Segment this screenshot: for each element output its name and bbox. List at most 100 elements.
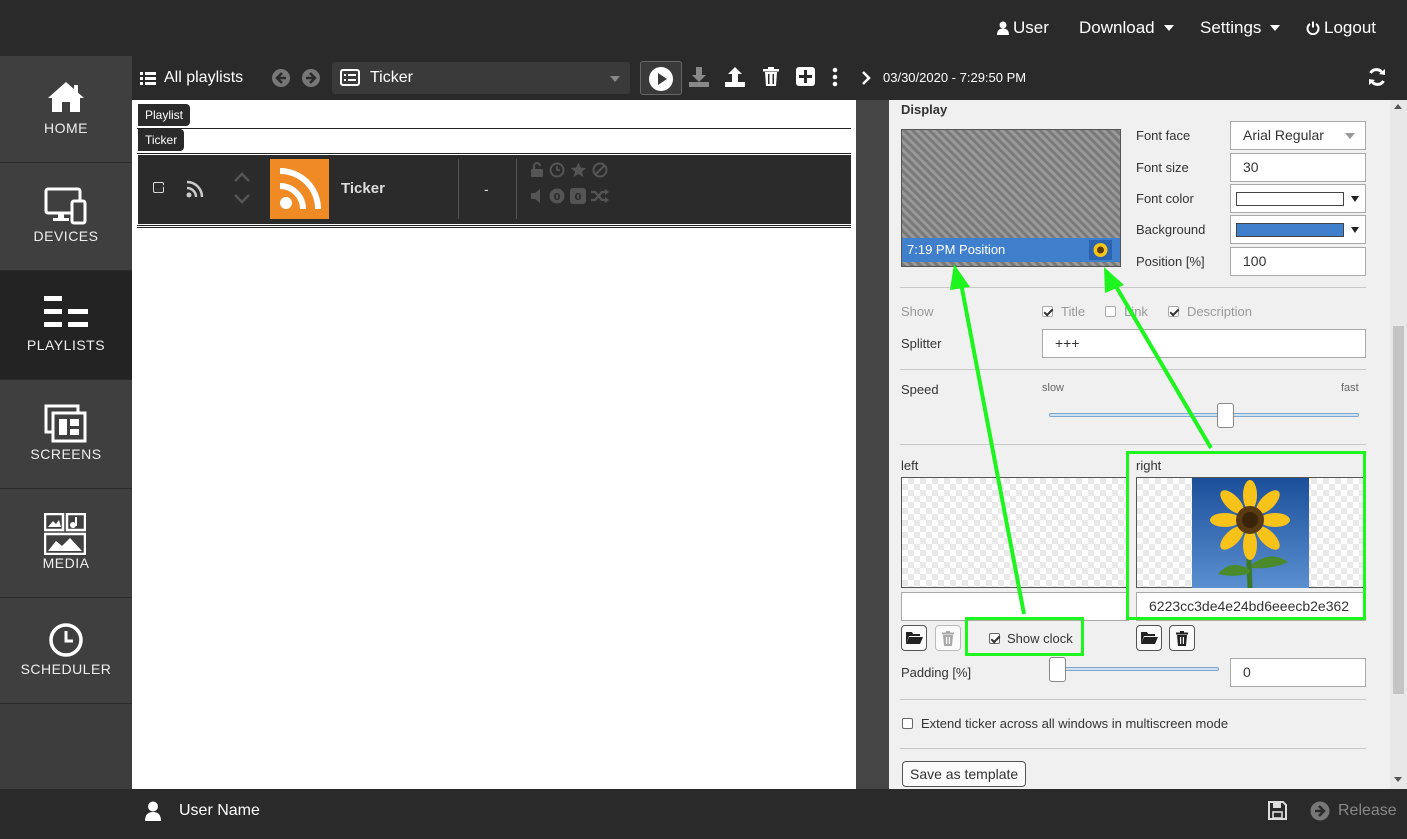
forward-icon[interactable] (301, 68, 321, 88)
left-image-input[interactable] (901, 592, 1129, 621)
show-title-checkbox[interactable] (1042, 306, 1053, 317)
rss-icon (279, 168, 321, 210)
divider (900, 369, 1366, 370)
playlist-select[interactable]: Ticker (332, 62, 630, 94)
home-icon (48, 82, 84, 112)
dropdown-arrow-icon (610, 76, 620, 82)
shuffle-icon[interactable] (591, 188, 609, 204)
screens-icon (44, 404, 87, 443)
play-button[interactable] (640, 61, 682, 95)
star-icon[interactable] (570, 162, 587, 178)
font-face-select[interactable]: Arial Regular (1230, 121, 1366, 150)
divider (900, 699, 1366, 700)
chevron-right-icon[interactable] (861, 71, 871, 85)
scroll-up-icon[interactable] (1394, 104, 1402, 109)
position-input[interactable]: 100 (1230, 247, 1366, 276)
divider (458, 159, 459, 219)
font-color-swatch (1236, 192, 1344, 206)
more-icon[interactable] (832, 67, 838, 87)
sidebar-item-scheduler[interactable]: SCHEDULER (0, 598, 132, 704)
font-color-label: Font color (1136, 191, 1194, 206)
sidebar-item-playlists[interactable]: PLAYLISTS (0, 271, 132, 380)
back-icon[interactable] (271, 68, 291, 88)
ticker-preview: 7:19 PM Position (901, 129, 1121, 267)
display-section-title: Display (901, 102, 948, 117)
download-menu[interactable]: Download (1079, 18, 1174, 38)
divider (137, 227, 851, 228)
extend-checkbox[interactable] (902, 718, 913, 729)
datetime: 03/30/2020 - 7:29:50 PM (883, 70, 1027, 85)
show-clock-option[interactable]: Show clock (979, 625, 1073, 651)
extend-option[interactable]: Extend ticker across all windows in mult… (902, 716, 1228, 731)
scrollbar-thumb[interactable] (1393, 326, 1404, 694)
unlock-icon[interactable] (530, 162, 544, 178)
release-button[interactable]: Release (1310, 801, 1397, 821)
ban-icon[interactable] (592, 162, 608, 178)
left-image-drop[interactable] (901, 477, 1129, 588)
dropdown-arrow-icon (1345, 133, 1355, 139)
user-name: User Name (179, 802, 260, 819)
refresh-icon[interactable] (1367, 67, 1387, 87)
volume-icon[interactable] (530, 188, 544, 204)
rss-icon (186, 180, 204, 198)
trash-icon[interactable] (763, 67, 779, 86)
all-playlists-button[interactable]: All playlists (140, 69, 243, 87)
sidebar-item-label: MEDIA (42, 555, 90, 571)
right-image-input[interactable]: 6223cc3de4e24bd6eeecb2e362 (1136, 592, 1366, 621)
reorder-icon[interactable] (232, 171, 252, 205)
download-icon[interactable] (688, 66, 710, 88)
show-clock-checkbox[interactable] (989, 632, 1000, 644)
padding-input[interactable]: 0 (1230, 658, 1366, 687)
sidebar-item-label: PLAYLISTS (26, 337, 106, 353)
right-open-button[interactable] (1136, 625, 1162, 651)
save-as-template-button[interactable]: Save as template (902, 761, 1027, 787)
show-options: Title Link Description (1042, 304, 1252, 319)
sidebar-item-screens[interactable]: SCREENS (0, 380, 132, 489)
user-icon (997, 21, 1009, 35)
speed-slider-track[interactable] (1049, 413, 1359, 417)
sidebar-item-home[interactable]: HOME (0, 56, 132, 163)
svg-text:0: 0 (575, 192, 582, 203)
show-link-checkbox[interactable] (1105, 306, 1117, 317)
logout-button[interactable]: Logout (1306, 18, 1376, 38)
row-checkbox[interactable] (153, 182, 164, 193)
sunflower-icon (1093, 243, 1108, 257)
padding-slider-handle[interactable] (1049, 657, 1066, 682)
user-icon (145, 801, 161, 821)
background-color-picker[interactable] (1230, 215, 1366, 244)
svg-text:0: 0 (554, 192, 561, 203)
speed-slider-handle[interactable] (1217, 403, 1235, 428)
save-icon[interactable] (1268, 801, 1287, 820)
sidebar-item-devices[interactable]: DEVICES (0, 163, 132, 271)
font-size-label: Font size (1136, 160, 1189, 175)
properties-header: 03/30/2020 - 7:29:50 PM (856, 56, 1407, 100)
right-delete-button[interactable] (1169, 625, 1195, 651)
left-open-button[interactable] (901, 625, 927, 651)
font-color-picker[interactable] (1230, 184, 1366, 213)
user-menu[interactable]: User (997, 18, 1049, 38)
zero-badge-icon[interactable]: 0 (549, 188, 565, 204)
scroll-down-icon[interactable] (1394, 777, 1402, 782)
row-duration: - (484, 181, 489, 197)
dropdown-arrow-icon (1351, 196, 1359, 202)
sidebar-item-media[interactable]: MEDIA (0, 489, 132, 598)
add-icon[interactable] (796, 67, 815, 86)
clock-icon[interactable] (549, 162, 565, 178)
show-clock-label: Show clock (1007, 630, 1073, 646)
font-size-input[interactable]: 30 (1230, 153, 1366, 182)
trash-icon (1176, 631, 1188, 646)
playlist-row[interactable]: Ticker - 0 0 (138, 155, 851, 224)
show-description-checkbox[interactable] (1167, 306, 1179, 317)
right-image-drop[interactable] (1136, 477, 1366, 588)
upload-icon[interactable] (724, 66, 746, 88)
divider (137, 225, 851, 226)
settings-label: Settings (1200, 18, 1262, 37)
zero-box-icon[interactable]: 0 (570, 188, 586, 204)
splitter-input[interactable]: +++ (1042, 329, 1366, 358)
padding-slider-track[interactable] (1049, 667, 1219, 671)
divider (900, 287, 1366, 288)
left-delete-button[interactable] (935, 625, 961, 651)
scrollbar[interactable] (1390, 100, 1407, 789)
divider (900, 748, 1366, 749)
settings-menu[interactable]: Settings (1200, 18, 1281, 38)
